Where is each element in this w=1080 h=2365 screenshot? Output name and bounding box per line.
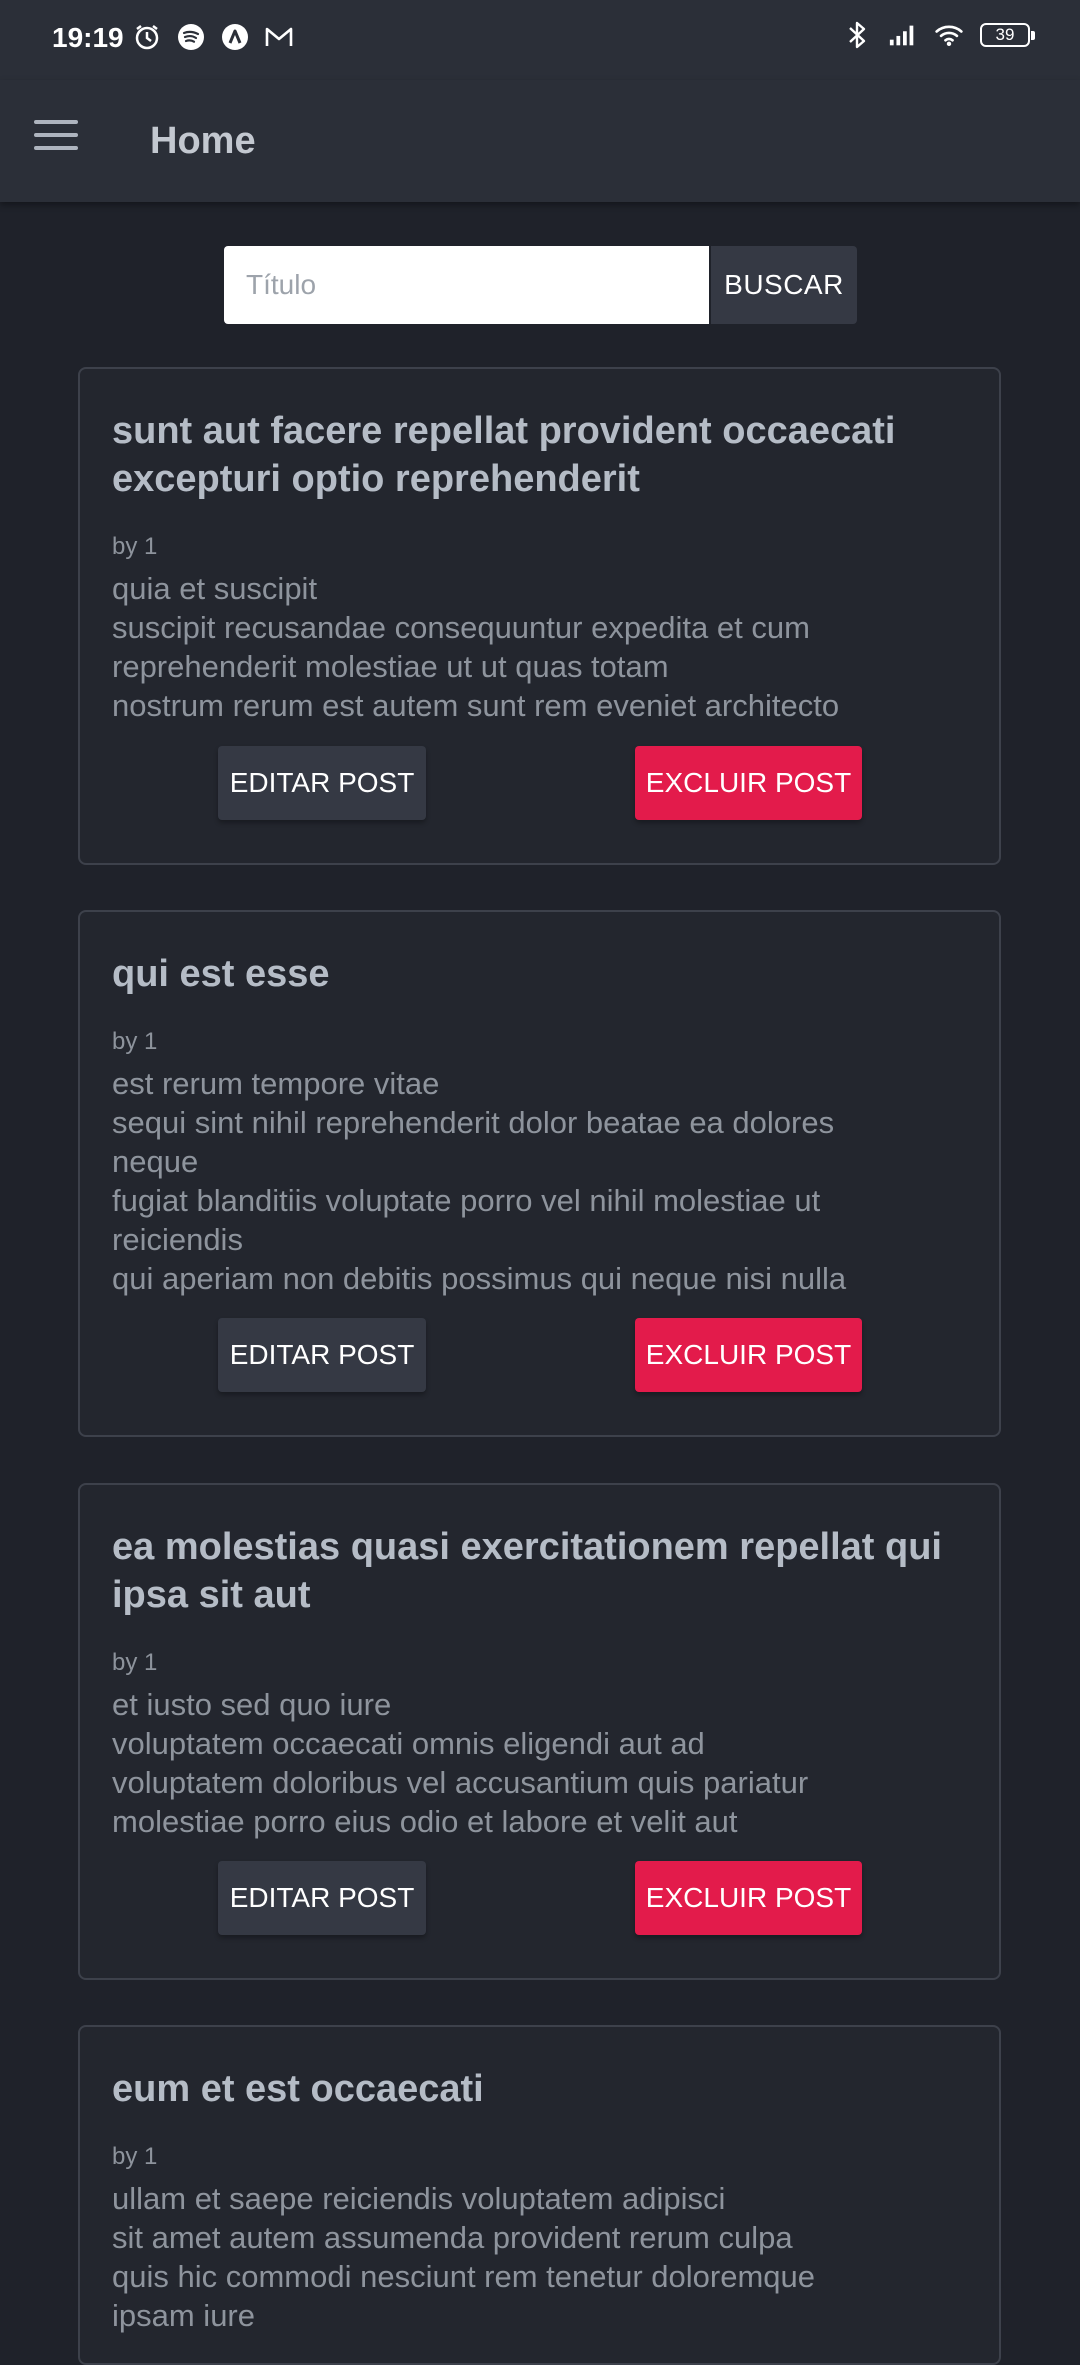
app-a-icon xyxy=(220,22,250,52)
delete-post-button[interactable]: EXCLUIR POST xyxy=(635,1861,862,1935)
edit-post-button[interactable]: EDITAR POST xyxy=(218,746,426,820)
page-title: Home xyxy=(150,120,256,162)
status-icons-left xyxy=(132,22,294,52)
search-button[interactable]: BUSCAR xyxy=(711,246,857,324)
alarm-icon xyxy=(132,22,162,52)
gmail-icon xyxy=(264,22,294,52)
post-title: eum et est occaecati xyxy=(112,2068,484,2110)
search-bar: BUSCAR xyxy=(224,246,857,324)
app-bar: Home xyxy=(0,80,1080,202)
post-card: sunt aut facere repellat provident occae… xyxy=(78,367,1001,865)
delete-post-button[interactable]: EXCLUIR POST xyxy=(635,746,862,820)
search-input[interactable] xyxy=(224,246,709,324)
post-card: ea molestias quasi exercitationem repell… xyxy=(78,1483,1001,1980)
post-title: qui est esse xyxy=(112,953,330,995)
edit-post-button[interactable]: EDITAR POST xyxy=(218,1861,426,1935)
post-author: by 1 xyxy=(112,1028,158,1055)
post-author: by 1 xyxy=(112,1649,158,1676)
hamburger-menu-icon[interactable] xyxy=(34,120,78,160)
post-body: est rerum tempore vitae sequi sint nihil… xyxy=(112,1066,847,1296)
post-body: et iusto sed quo iure voluptatem occaeca… xyxy=(112,1687,809,1839)
status-time: 19:19 xyxy=(52,22,124,53)
delete-post-button[interactable]: EXCLUIR POST xyxy=(635,1318,862,1392)
post-card: eum et est occaecati by 1 ullam et saepe… xyxy=(78,2025,1001,2365)
status-bar: 19:19 39 xyxy=(0,0,1080,80)
post-card: qui est esse by 1 est rerum tempore vita… xyxy=(78,910,1001,1437)
status-icons-right: 39 xyxy=(842,20,1035,50)
battery-indicator: 39 xyxy=(980,23,1035,47)
post-title: ea molestias quasi exercitationem repell… xyxy=(112,1526,942,1616)
signal-icon xyxy=(888,20,918,50)
post-body: ullam et saepe reiciendis voluptatem adi… xyxy=(112,2181,816,2333)
bluetooth-icon xyxy=(842,20,872,50)
post-author: by 1 xyxy=(112,2143,158,2170)
edit-post-button[interactable]: EDITAR POST xyxy=(218,1318,426,1392)
post-author: by 1 xyxy=(112,533,158,560)
spotify-icon xyxy=(176,22,206,52)
post-body: quia et suscipit suscipit recusandae con… xyxy=(112,571,840,723)
post-title: sunt aut facere repellat provident occae… xyxy=(112,410,896,500)
wifi-icon xyxy=(934,20,964,50)
